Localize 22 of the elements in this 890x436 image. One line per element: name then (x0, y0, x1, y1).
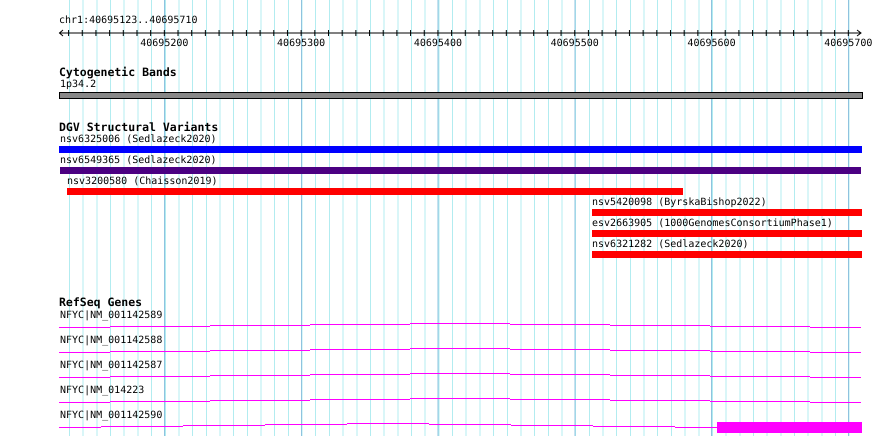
track-title: RefSeq Genes (59, 296, 142, 309)
variant-label: nsv3200580 (Chaisson2019) (67, 176, 218, 188)
variant-label: nsv6321282 (Sedlazeck2020) (592, 239, 749, 251)
tick-label: 40695600 (687, 38, 736, 49)
tick-label: 40695400 (414, 38, 462, 49)
tick-label: 40695700 (824, 38, 872, 49)
position-label: chr1:40695123..40695710 (59, 14, 198, 27)
gene-label: NFYC|NM_001142589 (60, 310, 162, 322)
gene-label: NFYC|NM_001142590 (60, 410, 162, 422)
gene-label: NFYC|NM_001142588 (60, 335, 162, 347)
track-title: DGV Structural Variants (59, 121, 218, 134)
tick-label: 40695300 (277, 38, 326, 49)
variant-label: nsv6325006 (Sedlazeck2020) (60, 134, 217, 146)
variant-label: nsv5420098 (ByrskaBishop2022) (592, 197, 767, 209)
tick-label: 40695200 (140, 38, 188, 49)
variant-label: esv2663905 (1000GenomesConsortiumPhase1) (592, 218, 833, 230)
gene-label: NFYC|NM_001142587 (60, 360, 162, 372)
band-label: 1p34.2 (60, 79, 96, 91)
track-title: Cytogenetic Bands (59, 66, 177, 79)
variant-label: nsv6549365 (Sedlazeck2020) (60, 155, 217, 167)
gene-label: NFYC|NM_014223 (60, 385, 144, 397)
tick-label: 40695500 (550, 38, 599, 49)
